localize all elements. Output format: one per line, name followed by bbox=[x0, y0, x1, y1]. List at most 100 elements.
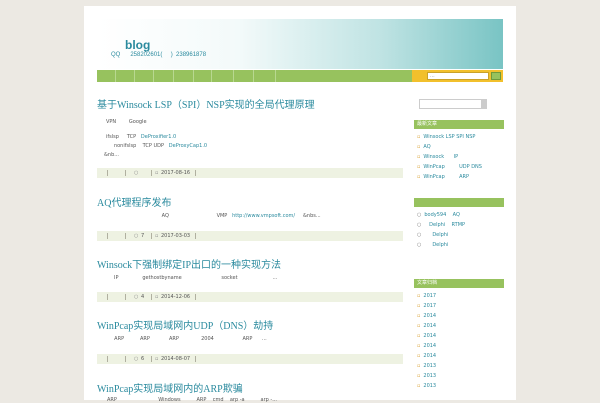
meta-separator bbox=[151, 356, 152, 362]
document-icon: ▫ bbox=[417, 134, 421, 140]
post-excerpt-line: ARP ARP ARP 2004 ARP ... bbox=[111, 336, 267, 342]
site-header: blog QQ 258202601( ) 238961878 bbox=[97, 19, 503, 69]
calendar-icon: ▫ bbox=[155, 294, 159, 300]
post-excerpt-line: nonifslsp TCP UDP DeProxyCap1.0 bbox=[106, 143, 208, 149]
nav-item[interactable] bbox=[234, 70, 254, 82]
meta-separator bbox=[151, 294, 152, 300]
sidebar-section-title bbox=[414, 198, 504, 207]
site-title[interactable]: blog bbox=[125, 38, 150, 52]
meta-separator bbox=[107, 356, 108, 362]
page: blog QQ 258202601( ) 238961878 ... 基于Win… bbox=[84, 6, 516, 403]
nav-item[interactable] bbox=[135, 70, 154, 82]
document-icon: ▫ bbox=[417, 174, 421, 180]
post-meta: ○ 7 ▫ 2017-03-03 bbox=[97, 231, 403, 241]
meta-separator bbox=[195, 294, 196, 300]
archive-item[interactable]: ▫ 2013 bbox=[417, 362, 436, 370]
sidebar-comment-item[interactable]: ○ body594 AQ bbox=[417, 211, 460, 219]
calendar-icon: ▫ bbox=[155, 356, 159, 362]
document-icon: ▫ bbox=[417, 144, 421, 150]
nav-search-button[interactable] bbox=[491, 72, 501, 80]
post-date: 2017-08-16 bbox=[161, 170, 191, 176]
folder-icon: ▫ bbox=[417, 313, 421, 319]
post-title[interactable]: 基于Winsock LSP（SPI）NSP实现的全局代理原理 bbox=[97, 96, 315, 111]
comment-icon: ○ bbox=[134, 233, 139, 239]
nav-item[interactable] bbox=[154, 70, 174, 82]
calendar-icon: ▫ bbox=[155, 170, 159, 176]
folder-icon: ▫ bbox=[417, 293, 421, 299]
meta-separator bbox=[107, 294, 108, 300]
post-link[interactable]: DeProxifier1.0 bbox=[141, 134, 176, 140]
folder-icon: ▫ bbox=[417, 333, 421, 339]
sidebar-comment-item[interactable]: ○ Delphi bbox=[417, 241, 448, 249]
calendar-icon: ▫ bbox=[155, 233, 159, 239]
post-title[interactable]: AQ代理程序发布 bbox=[97, 194, 171, 209]
meta-separator bbox=[151, 170, 152, 176]
archive-item[interactable]: ▫ 2014 bbox=[417, 352, 436, 360]
comment-count[interactable]: 6 bbox=[141, 355, 144, 363]
nav-search-input[interactable]: ... bbox=[427, 72, 489, 80]
post-meta: ○ 6 ▫ 2014-08-07 bbox=[97, 354, 403, 364]
post-title[interactable]: WinPcap实现局域网内的ARP欺骗 bbox=[97, 380, 243, 395]
post-link[interactable]: http://www.vmpsoft.com/ bbox=[232, 213, 295, 219]
sidebar-item[interactable]: ▫ Winsock IP bbox=[417, 153, 458, 161]
nav-bar: ... bbox=[97, 70, 503, 82]
folder-icon: ▫ bbox=[417, 303, 421, 309]
post-date: 2017-03-03 bbox=[161, 233, 191, 239]
folder-icon: ▫ bbox=[417, 363, 421, 369]
archive-item[interactable]: ▫ 2013 bbox=[417, 382, 436, 390]
comment-icon: ○ bbox=[417, 242, 422, 248]
archive-item[interactable]: ▫ 2014 bbox=[417, 322, 436, 330]
comment-icon: ○ bbox=[134, 356, 139, 362]
sidebar-item[interactable]: ▫ AQ bbox=[417, 143, 431, 151]
post-excerpt-line: ARP Windows ARP cmd arp -a arp -... bbox=[107, 397, 277, 403]
sidebar-section-title: 文章归档 bbox=[414, 279, 504, 288]
sidebar-item[interactable]: ▫ WinPcap UDP DNS bbox=[417, 163, 482, 171]
nav-item[interactable] bbox=[174, 70, 194, 82]
sidebar-item[interactable]: ▫ WinPcap ARP bbox=[417, 173, 469, 181]
post-title[interactable]: WinPcap实现局域网内UDP（DNS）劫持 bbox=[97, 317, 273, 332]
post-excerpt-line: VPN Google bbox=[106, 119, 147, 125]
nav-item[interactable] bbox=[194, 70, 212, 82]
meta-separator bbox=[195, 233, 196, 239]
meta-separator bbox=[125, 170, 126, 176]
meta-separator bbox=[195, 356, 196, 362]
nav-item[interactable] bbox=[116, 70, 135, 82]
meta-separator bbox=[107, 233, 108, 239]
archive-item[interactable]: ▫ 2017 bbox=[417, 292, 436, 300]
comment-icon: ○ bbox=[134, 170, 139, 176]
folder-icon: ▫ bbox=[417, 323, 421, 329]
sidebar-section-title: 最新文章 bbox=[414, 120, 504, 129]
sidebar-search-button[interactable] bbox=[482, 99, 487, 109]
sidebar-comment-item[interactable]: ○ Delphi RTMP bbox=[417, 221, 465, 229]
comment-icon: ○ bbox=[134, 294, 139, 300]
post-excerpt-line: &nb... bbox=[104, 152, 120, 158]
post-link[interactable]: DeProxyCap1.0 bbox=[169, 143, 207, 149]
sidebar-item[interactable]: ▫ Winsock LSP SPI NSP bbox=[417, 133, 475, 141]
comment-icon: ○ bbox=[417, 222, 422, 228]
nav-search: ... bbox=[412, 70, 503, 82]
folder-icon: ▫ bbox=[417, 353, 421, 359]
nav-item[interactable] bbox=[254, 70, 276, 82]
archive-item[interactable]: ▫ 2014 bbox=[417, 332, 436, 340]
post-meta: ○ ▫ 2017-08-16 bbox=[97, 168, 403, 178]
document-icon: ▫ bbox=[417, 164, 421, 170]
document-icon: ▫ bbox=[417, 154, 421, 160]
archive-item[interactable]: ▫ 2014 bbox=[417, 312, 436, 320]
sidebar-search-input[interactable] bbox=[419, 99, 482, 109]
post-title[interactable]: Winsock下强制绑定IP出口的一种实现方法 bbox=[97, 256, 281, 271]
nav-item[interactable] bbox=[212, 70, 234, 82]
archive-item[interactable]: ▫ 2017 bbox=[417, 302, 436, 310]
meta-separator bbox=[151, 233, 152, 239]
site-subtitle: QQ 258202601( ) 238961878 bbox=[111, 52, 207, 58]
post-excerpt-line: IP gethostbyname socket ... bbox=[114, 275, 278, 281]
archive-item[interactable]: ▫ 2013 bbox=[417, 372, 436, 380]
post-meta: ○ 4 ▫ 2014-12-06 bbox=[97, 292, 403, 302]
post-excerpt-line: AQ VMP http://www.vmpsoft.com/ &nbs... bbox=[106, 213, 321, 219]
post-date: 2014-08-07 bbox=[161, 356, 191, 362]
nav-item[interactable] bbox=[97, 70, 116, 82]
archive-item[interactable]: ▫ 2014 bbox=[417, 342, 436, 350]
comment-count[interactable]: 7 bbox=[141, 232, 144, 240]
comment-count[interactable]: 4 bbox=[141, 293, 144, 301]
sidebar-comment-item[interactable]: ○ Delphi bbox=[417, 231, 448, 239]
folder-icon: ▫ bbox=[417, 373, 421, 379]
